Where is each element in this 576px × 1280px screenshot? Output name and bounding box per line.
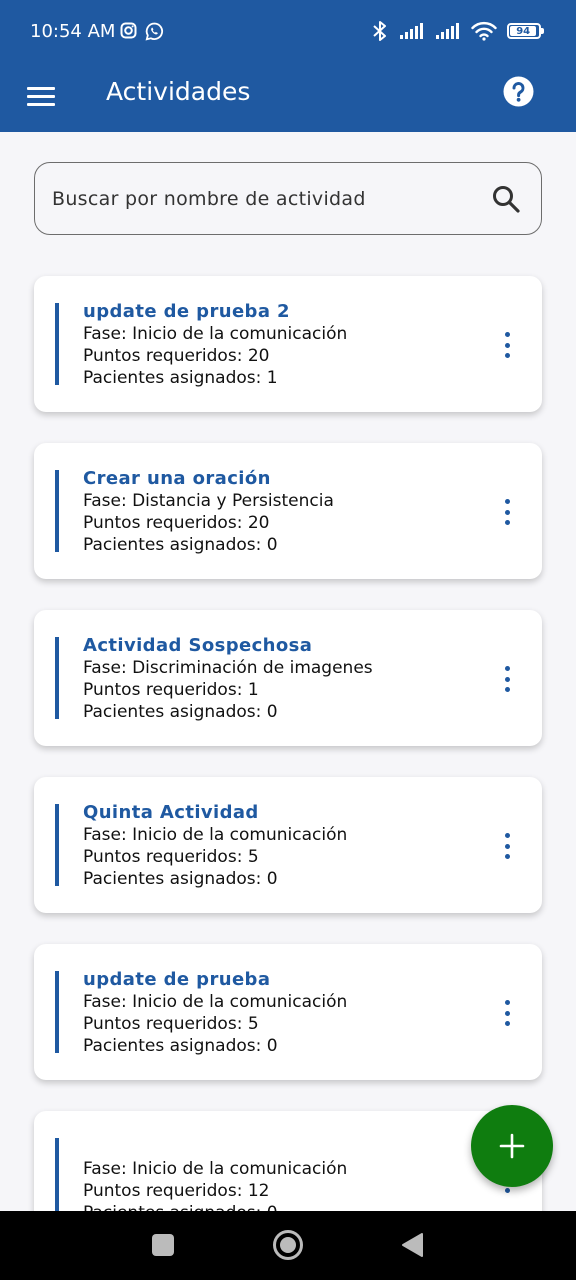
activity-phase: Fase: Inicio de la comunicación — [83, 1159, 348, 1179]
card-accent-bar — [55, 637, 59, 719]
activity-card[interactable]: Crear una oración Fase: Distancia y Pers… — [34, 443, 542, 579]
home-button[interactable] — [272, 1229, 304, 1261]
wifi-icon — [471, 21, 497, 41]
activity-card[interactable]: update de prueba 2 Fase: Inicio de la co… — [34, 276, 542, 412]
search-icon[interactable] — [491, 184, 521, 214]
activity-phase: Fase: Distancia y Persistencia — [83, 491, 334, 511]
search-input[interactable] — [35, 187, 491, 210]
activity-phase: Fase: Inicio de la comunicación — [83, 825, 348, 845]
card-accent-bar — [55, 303, 59, 385]
activity-title: update de prueba — [83, 969, 271, 990]
status-system-icons: 94 — [371, 20, 544, 42]
status-bar: 10:54 AM 94 — [0, 0, 576, 64]
page-title: Actividades — [106, 77, 251, 106]
card-accent-bar — [55, 971, 59, 1053]
status-notification-icons — [120, 22, 164, 41]
activity-phase: Fase: Discriminación de imagenes — [83, 658, 373, 678]
card-accent-bar — [55, 1138, 59, 1220]
more-vertical-icon[interactable] — [502, 332, 512, 358]
more-vertical-icon[interactable] — [502, 666, 512, 692]
signal-icon — [400, 23, 423, 39]
activity-points: Puntos requeridos: 1 — [83, 680, 259, 700]
back-button[interactable] — [400, 1232, 424, 1258]
battery-icon: 94 — [507, 23, 544, 39]
activity-points: Puntos requeridos: 12 — [83, 1181, 270, 1201]
card-accent-bar — [55, 470, 59, 552]
more-vertical-icon[interactable] — [502, 499, 512, 525]
status-time: 10:54 AM — [30, 21, 116, 42]
activity-card[interactable]: update de prueba Fase: Inicio de la comu… — [34, 944, 542, 1080]
activity-points: Puntos requeridos: 5 — [83, 847, 259, 867]
menu-icon[interactable] — [27, 82, 55, 110]
card-accent-bar — [55, 804, 59, 886]
more-vertical-icon[interactable] — [502, 833, 512, 859]
activity-points: Puntos requeridos: 5 — [83, 1014, 259, 1034]
activity-title: update de prueba 2 — [83, 301, 290, 322]
activity-title: Quinta Actividad — [83, 802, 259, 823]
bluetooth-icon — [373, 21, 386, 41]
instagram-icon — [120, 22, 137, 39]
battery-level: 94 — [510, 26, 537, 37]
activity-patients: Pacientes asignados: 0 — [83, 535, 278, 555]
activity-card[interactable]: Actividad Sospechosa Fase: Discriminació… — [34, 610, 542, 746]
add-activity-button[interactable] — [471, 1105, 553, 1187]
recents-button[interactable] — [152, 1234, 174, 1256]
search-box — [34, 162, 542, 235]
activity-title: Crear una oración — [83, 468, 271, 489]
activity-patients: Pacientes asignados: 0 — [83, 1036, 278, 1056]
activity-card[interactable]: Quinta Actividad Fase: Inicio de la comu… — [34, 777, 542, 913]
plus-icon — [499, 1133, 525, 1159]
activity-patients: Pacientes asignados: 0 — [83, 702, 278, 722]
whatsapp-icon — [145, 22, 164, 41]
activity-patients: Pacientes asignados: 0 — [83, 869, 278, 889]
activity-title — [83, 1136, 347, 1158]
app-bar: Actividades — [0, 64, 576, 132]
system-nav-bar — [0, 1211, 576, 1280]
more-vertical-icon[interactable] — [502, 1000, 512, 1026]
activity-phase: Fase: Inicio de la comunicación — [83, 992, 348, 1012]
activity-title: Actividad Sospechosa — [83, 635, 313, 656]
signal-icon-2 — [436, 23, 459, 39]
activity-phase: Fase: Inicio de la comunicación — [83, 324, 348, 344]
activity-patients: Pacientes asignados: 1 — [83, 368, 278, 388]
activity-points: Puntos requeridos: 20 — [83, 513, 270, 533]
activity-points: Puntos requeridos: 20 — [83, 346, 270, 366]
help-circle-icon[interactable] — [503, 76, 534, 107]
